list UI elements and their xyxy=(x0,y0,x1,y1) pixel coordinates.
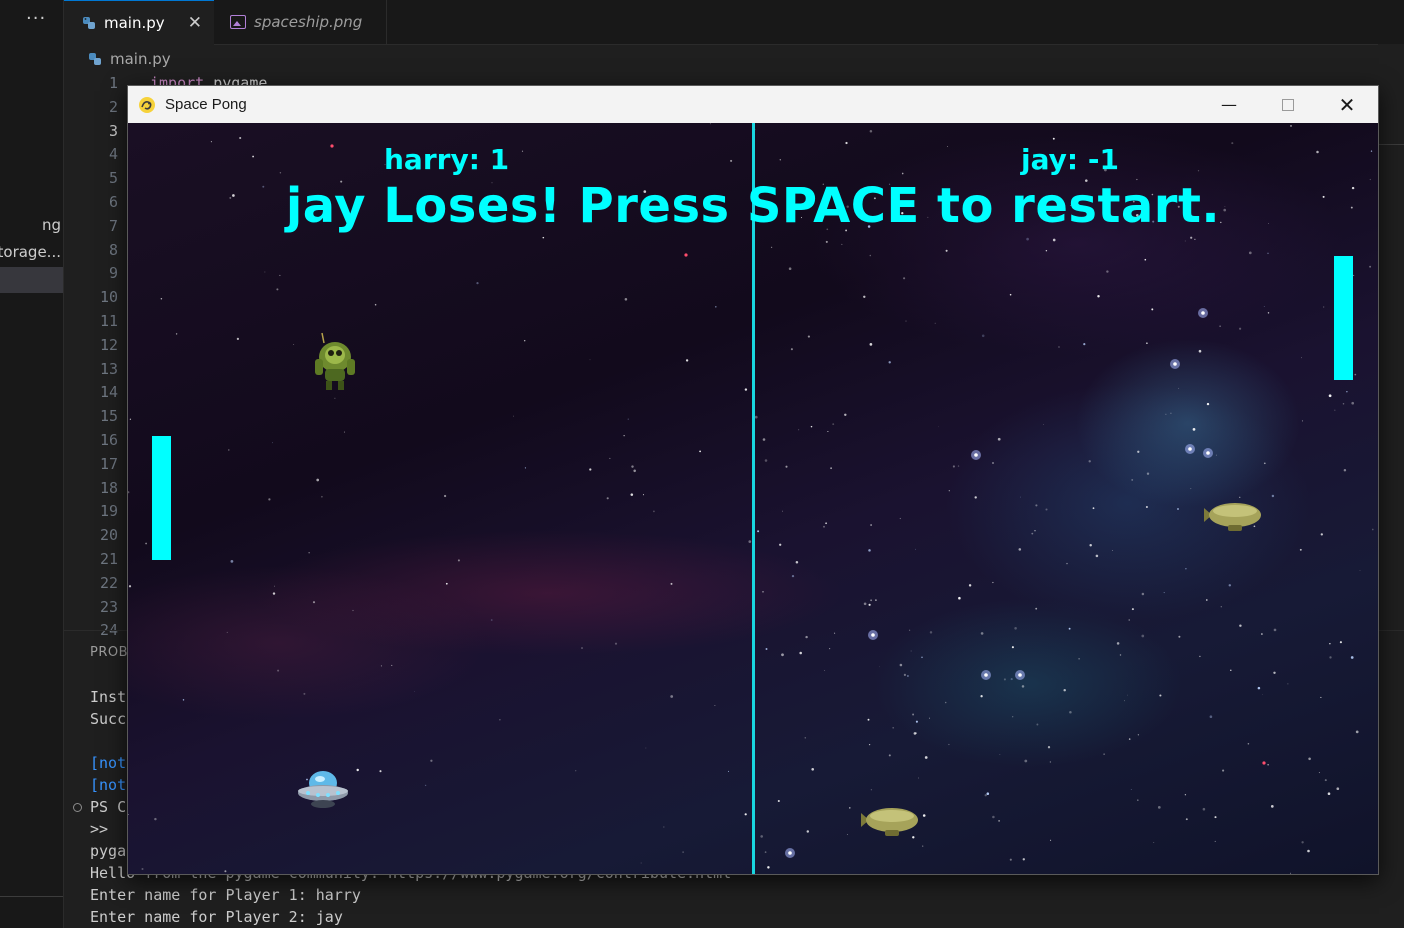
line-number: 9 xyxy=(108,264,118,283)
tab-label: spaceship.png xyxy=(254,13,363,31)
window-title: Space Pong xyxy=(165,96,247,113)
line-number: 2 xyxy=(108,97,118,116)
right-paddle xyxy=(1334,256,1353,380)
explorer-item[interactable]: ng xyxy=(42,216,61,234)
window-titlebar[interactable]: Space Pong — ✕ xyxy=(128,86,1378,123)
line-number-gutter: 1 2 3 4 5 6 7 8 9 10 11 12 13 14 15 16 17 18 19 20 21 22 23 24 xyxy=(64,72,126,643)
editor-right-edge xyxy=(1378,44,1404,630)
line-number: 12 xyxy=(99,335,118,354)
terminal-line: [not xyxy=(90,776,127,794)
line-number: 11 xyxy=(99,311,118,330)
line-number: 3 xyxy=(108,121,118,140)
alien-sprite xyxy=(315,332,355,390)
blimp-sprite xyxy=(1204,503,1261,531)
breadcrumb-file: main.py xyxy=(110,50,171,68)
game-over-message: jay Loses! Press SPACE to restart. xyxy=(285,178,1221,234)
line-number: 24 xyxy=(99,621,118,640)
line-number: 22 xyxy=(99,573,118,592)
line-number: 21 xyxy=(99,549,118,568)
terminal-line: [not xyxy=(90,754,127,772)
line-number: 13 xyxy=(99,359,118,378)
line-number: 8 xyxy=(108,240,118,259)
line-number: 19 xyxy=(99,502,118,521)
minimize-button[interactable]: — xyxy=(1200,86,1258,123)
line-number: 6 xyxy=(108,192,118,211)
line-number: 14 xyxy=(99,383,118,402)
terminal-line: Succ xyxy=(90,710,127,728)
image-file-icon xyxy=(230,15,246,29)
line-number: 18 xyxy=(99,478,118,497)
line-number: 20 xyxy=(99,526,118,545)
line-number: 15 xyxy=(99,407,118,426)
line-number: 16 xyxy=(99,430,118,449)
explorer-selected-row[interactable] xyxy=(0,267,63,293)
divider xyxy=(0,896,63,897)
line-number: 1 xyxy=(108,74,118,92)
terminal-line: pyga xyxy=(90,842,127,860)
terminal-line: Enter name for Player 2: jay xyxy=(90,908,343,926)
player2-score: jay: -1 xyxy=(1021,143,1119,176)
center-divider-line xyxy=(752,123,755,874)
close-tab-icon[interactable]: ✕ xyxy=(188,13,202,33)
more-actions-icon[interactable]: ··· xyxy=(26,8,46,29)
line-number: 17 xyxy=(99,454,118,473)
close-window-button[interactable]: ✕ xyxy=(1318,86,1376,123)
explorer-sidebar: ··· ng storage... xyxy=(0,0,64,928)
player1-score: harry: 1 xyxy=(384,143,510,176)
terminal-command-decoration-icon[interactable] xyxy=(73,803,82,812)
terminal-line: Inst xyxy=(90,688,127,706)
breadcrumb[interactable]: main.py xyxy=(88,50,171,68)
blimp-sprite xyxy=(861,808,918,836)
maximize-icon xyxy=(1282,98,1294,111)
tab-main-py[interactable]: main.py ✕ xyxy=(64,0,214,45)
editor-tab-bar: main.py ✕ spaceship.png xyxy=(64,0,1404,45)
terminal-line: PS C xyxy=(90,798,127,816)
game-window[interactable]: Space Pong — ✕ harry: 1 jay: -1 jay Lose… xyxy=(127,85,1379,875)
left-paddle xyxy=(152,436,171,560)
tab-spaceship-png[interactable]: spaceship.png xyxy=(216,0,387,44)
python-file-icon xyxy=(83,17,95,29)
terminal-line: >> xyxy=(90,820,109,838)
ufo-sprite xyxy=(298,771,348,808)
tab-label: main.py xyxy=(104,14,165,32)
line-number: 4 xyxy=(108,145,118,164)
line-number: 10 xyxy=(99,288,118,307)
maximize-button[interactable] xyxy=(1259,86,1317,123)
line-number: 23 xyxy=(99,597,118,616)
pygame-snake-icon xyxy=(139,96,155,113)
line-number: 5 xyxy=(108,169,118,188)
explorer-item[interactable]: storage... xyxy=(0,243,61,261)
terminal-line: Enter name for Player 1: harry xyxy=(90,886,361,904)
game-canvas[interactable]: harry: 1 jay: -1 jay Loses! Press SPACE … xyxy=(128,123,1378,874)
line-number: 7 xyxy=(108,216,118,235)
python-file-icon xyxy=(89,53,101,65)
